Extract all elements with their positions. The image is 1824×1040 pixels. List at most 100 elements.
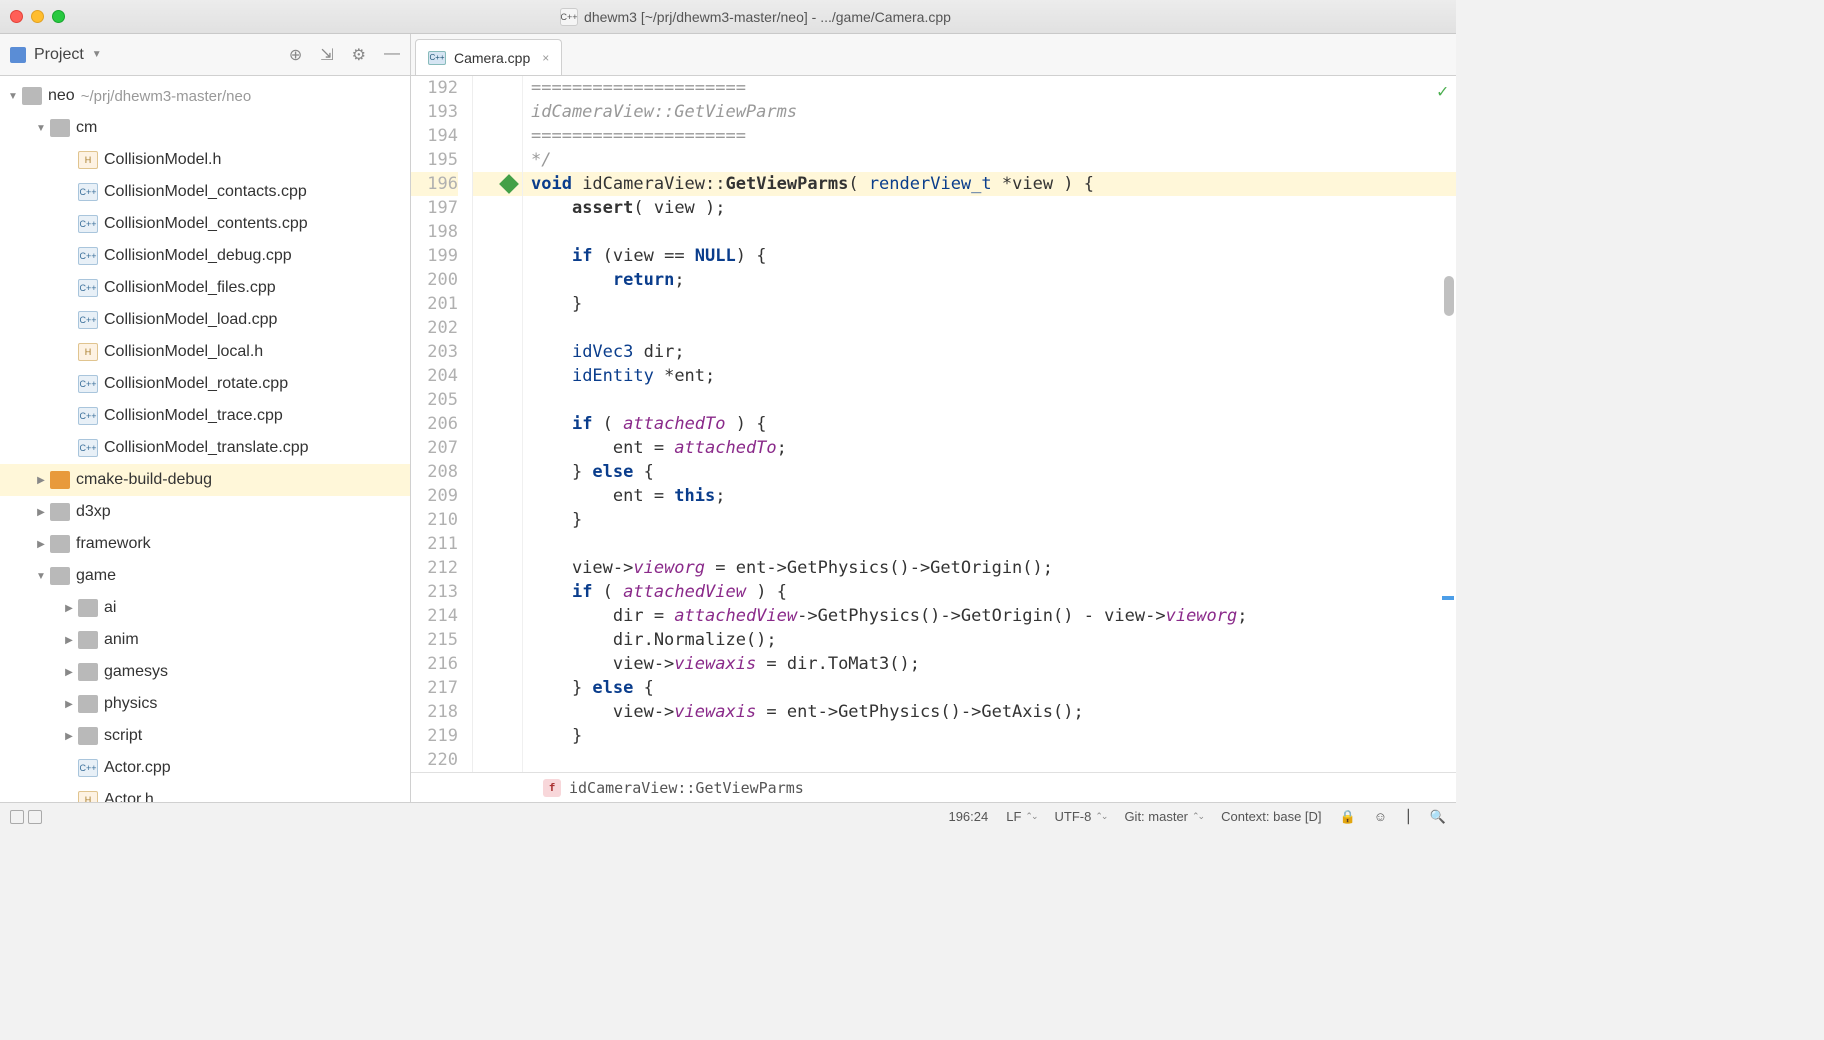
line-number[interactable]: 208 xyxy=(411,460,458,484)
code-line[interactable]: idEntity *ent; xyxy=(523,364,1456,388)
tree-file[interactable]: C++CollisionModel_files.cpp xyxy=(0,272,410,304)
code-area[interactable]: ✓ =====================idCameraView::Get… xyxy=(523,76,1456,772)
code-line[interactable]: dir.Normalize(); xyxy=(523,628,1456,652)
git-branch[interactable]: Git: master xyxy=(1124,809,1203,824)
tree-arrow-icon[interactable] xyxy=(32,539,50,550)
line-number[interactable]: 217 xyxy=(411,676,458,700)
code-line[interactable] xyxy=(523,748,1456,772)
code-line[interactable] xyxy=(523,316,1456,340)
code-line[interactable]: } else { xyxy=(523,676,1456,700)
scrollbar-thumb[interactable] xyxy=(1444,276,1454,316)
context-label[interactable]: Context: base [D] xyxy=(1221,809,1321,824)
code-line[interactable]: idCameraView::GetViewParms xyxy=(523,100,1456,124)
tool-window-icon[interactable] xyxy=(10,810,24,824)
line-number[interactable]: 220 xyxy=(411,748,458,772)
search-icon[interactable]: 🔍 xyxy=(1430,809,1446,825)
locate-icon[interactable]: ⊕ xyxy=(289,45,302,65)
collapse-icon[interactable]: ⇲ xyxy=(320,45,333,65)
close-window-button[interactable] xyxy=(10,10,23,23)
line-number[interactable]: 207 xyxy=(411,436,458,460)
code-line[interactable]: } xyxy=(523,724,1456,748)
minimize-window-button[interactable] xyxy=(31,10,44,23)
breadcrumb-bar[interactable]: f idCameraView::GetViewParms xyxy=(411,772,1456,802)
line-number[interactable]: 209 xyxy=(411,484,458,508)
gear-icon[interactable]: ⚙ xyxy=(352,45,366,65)
line-number[interactable]: 194 xyxy=(411,124,458,148)
project-panel-header[interactable]: Project ▼ ⊕ ⇲ ⚙ — xyxy=(0,34,411,75)
maximize-window-button[interactable] xyxy=(52,10,65,23)
scrollbar-marker[interactable] xyxy=(1442,596,1454,600)
code-line[interactable]: dir = attachedView->GetPhysics()->GetOri… xyxy=(523,604,1456,628)
code-line[interactable]: view->vieworg = ent->GetPhysics()->GetOr… xyxy=(523,556,1456,580)
inspector-icon[interactable]: ☺ xyxy=(1374,809,1387,824)
inspection-ok-icon[interactable]: ✓ xyxy=(1437,80,1448,104)
tree-arrow-icon[interactable] xyxy=(32,475,50,486)
close-tab-icon[interactable]: × xyxy=(542,51,549,65)
tree-arrow-icon[interactable] xyxy=(60,603,78,614)
marker-gutter[interactable] xyxy=(473,76,523,772)
line-number[interactable]: 201 xyxy=(411,292,458,316)
line-number[interactable]: 200 xyxy=(411,268,458,292)
tree-folder[interactable]: neo~/prj/dhewm3-master/neo xyxy=(0,80,410,112)
code-line[interactable]: view->viewaxis = ent->GetPhysics()->GetA… xyxy=(523,700,1456,724)
tree-file[interactable]: C++CollisionModel_rotate.cpp xyxy=(0,368,410,400)
code-line[interactable]: } xyxy=(523,508,1456,532)
tree-arrow-icon[interactable] xyxy=(4,91,22,102)
line-number[interactable]: 197 xyxy=(411,196,458,220)
line-number[interactable]: 211 xyxy=(411,532,458,556)
tree-file[interactable]: C++CollisionModel_contents.cpp xyxy=(0,208,410,240)
code-line[interactable]: idVec3 dir; xyxy=(523,340,1456,364)
tree-file[interactable]: HCollisionModel.h xyxy=(0,144,410,176)
line-number[interactable]: 202 xyxy=(411,316,458,340)
tree-file[interactable]: C++CollisionModel_trace.cpp xyxy=(0,400,410,432)
tree-folder[interactable]: d3xp xyxy=(0,496,410,528)
tree-arrow-icon[interactable] xyxy=(32,123,50,134)
file-encoding[interactable]: UTF-8 xyxy=(1055,809,1107,824)
code-line[interactable]: if (view == NULL) { xyxy=(523,244,1456,268)
code-line[interactable] xyxy=(523,388,1456,412)
line-number[interactable]: 195 xyxy=(411,148,458,172)
tree-file[interactable]: HCollisionModel_local.h xyxy=(0,336,410,368)
code-line[interactable]: void idCameraView::GetViewParms( renderV… xyxy=(523,172,1456,196)
tree-file[interactable]: C++CollisionModel_debug.cpp xyxy=(0,240,410,272)
line-number[interactable]: 204 xyxy=(411,364,458,388)
line-number[interactable]: 210 xyxy=(411,508,458,532)
lock-icon[interactable]: 🔒 xyxy=(1340,809,1356,825)
tree-file[interactable]: C++CollisionModel_translate.cpp xyxy=(0,432,410,464)
tree-arrow-icon[interactable] xyxy=(32,507,50,518)
code-line[interactable]: } xyxy=(523,292,1456,316)
tree-folder[interactable]: ai xyxy=(0,592,410,624)
code-editor[interactable]: 1921931941951961971981992002012022032042… xyxy=(411,76,1456,802)
tree-arrow-icon[interactable] xyxy=(60,635,78,646)
line-number[interactable]: 215 xyxy=(411,628,458,652)
line-number[interactable]: 198 xyxy=(411,220,458,244)
line-number[interactable]: 212 xyxy=(411,556,458,580)
tool-window-icon[interactable] xyxy=(28,810,42,824)
tree-arrow-icon[interactable] xyxy=(32,571,50,582)
tree-file[interactable]: C++Actor.cpp xyxy=(0,752,410,784)
code-line[interactable]: if ( attachedTo ) { xyxy=(523,412,1456,436)
tree-arrow-icon[interactable] xyxy=(60,731,78,742)
tree-file[interactable]: C++CollisionModel_load.cpp xyxy=(0,304,410,336)
code-line[interactable] xyxy=(523,532,1456,556)
line-number[interactable]: 206 xyxy=(411,412,458,436)
line-number[interactable]: 213 xyxy=(411,580,458,604)
tree-folder[interactable]: framework xyxy=(0,528,410,560)
tree-folder[interactable]: game xyxy=(0,560,410,592)
tree-folder[interactable]: cm xyxy=(0,112,410,144)
line-number[interactable]: 219 xyxy=(411,724,458,748)
line-number[interactable]: 205 xyxy=(411,388,458,412)
code-line[interactable]: assert( view ); xyxy=(523,196,1456,220)
code-line[interactable]: ent = this; xyxy=(523,484,1456,508)
code-line[interactable]: } else { xyxy=(523,460,1456,484)
line-number[interactable]: 203 xyxy=(411,340,458,364)
tree-folder[interactable]: physics xyxy=(0,688,410,720)
tree-arrow-icon[interactable] xyxy=(60,699,78,710)
line-number[interactable]: 216 xyxy=(411,652,458,676)
line-separator[interactable]: LF xyxy=(1006,809,1036,824)
tree-folder[interactable]: cmake-build-debug xyxy=(0,464,410,496)
code-line[interactable]: if ( attachedView ) { xyxy=(523,580,1456,604)
line-number[interactable]: 193 xyxy=(411,100,458,124)
tree-file[interactable]: HActor.h xyxy=(0,784,410,802)
code-line[interactable] xyxy=(523,220,1456,244)
